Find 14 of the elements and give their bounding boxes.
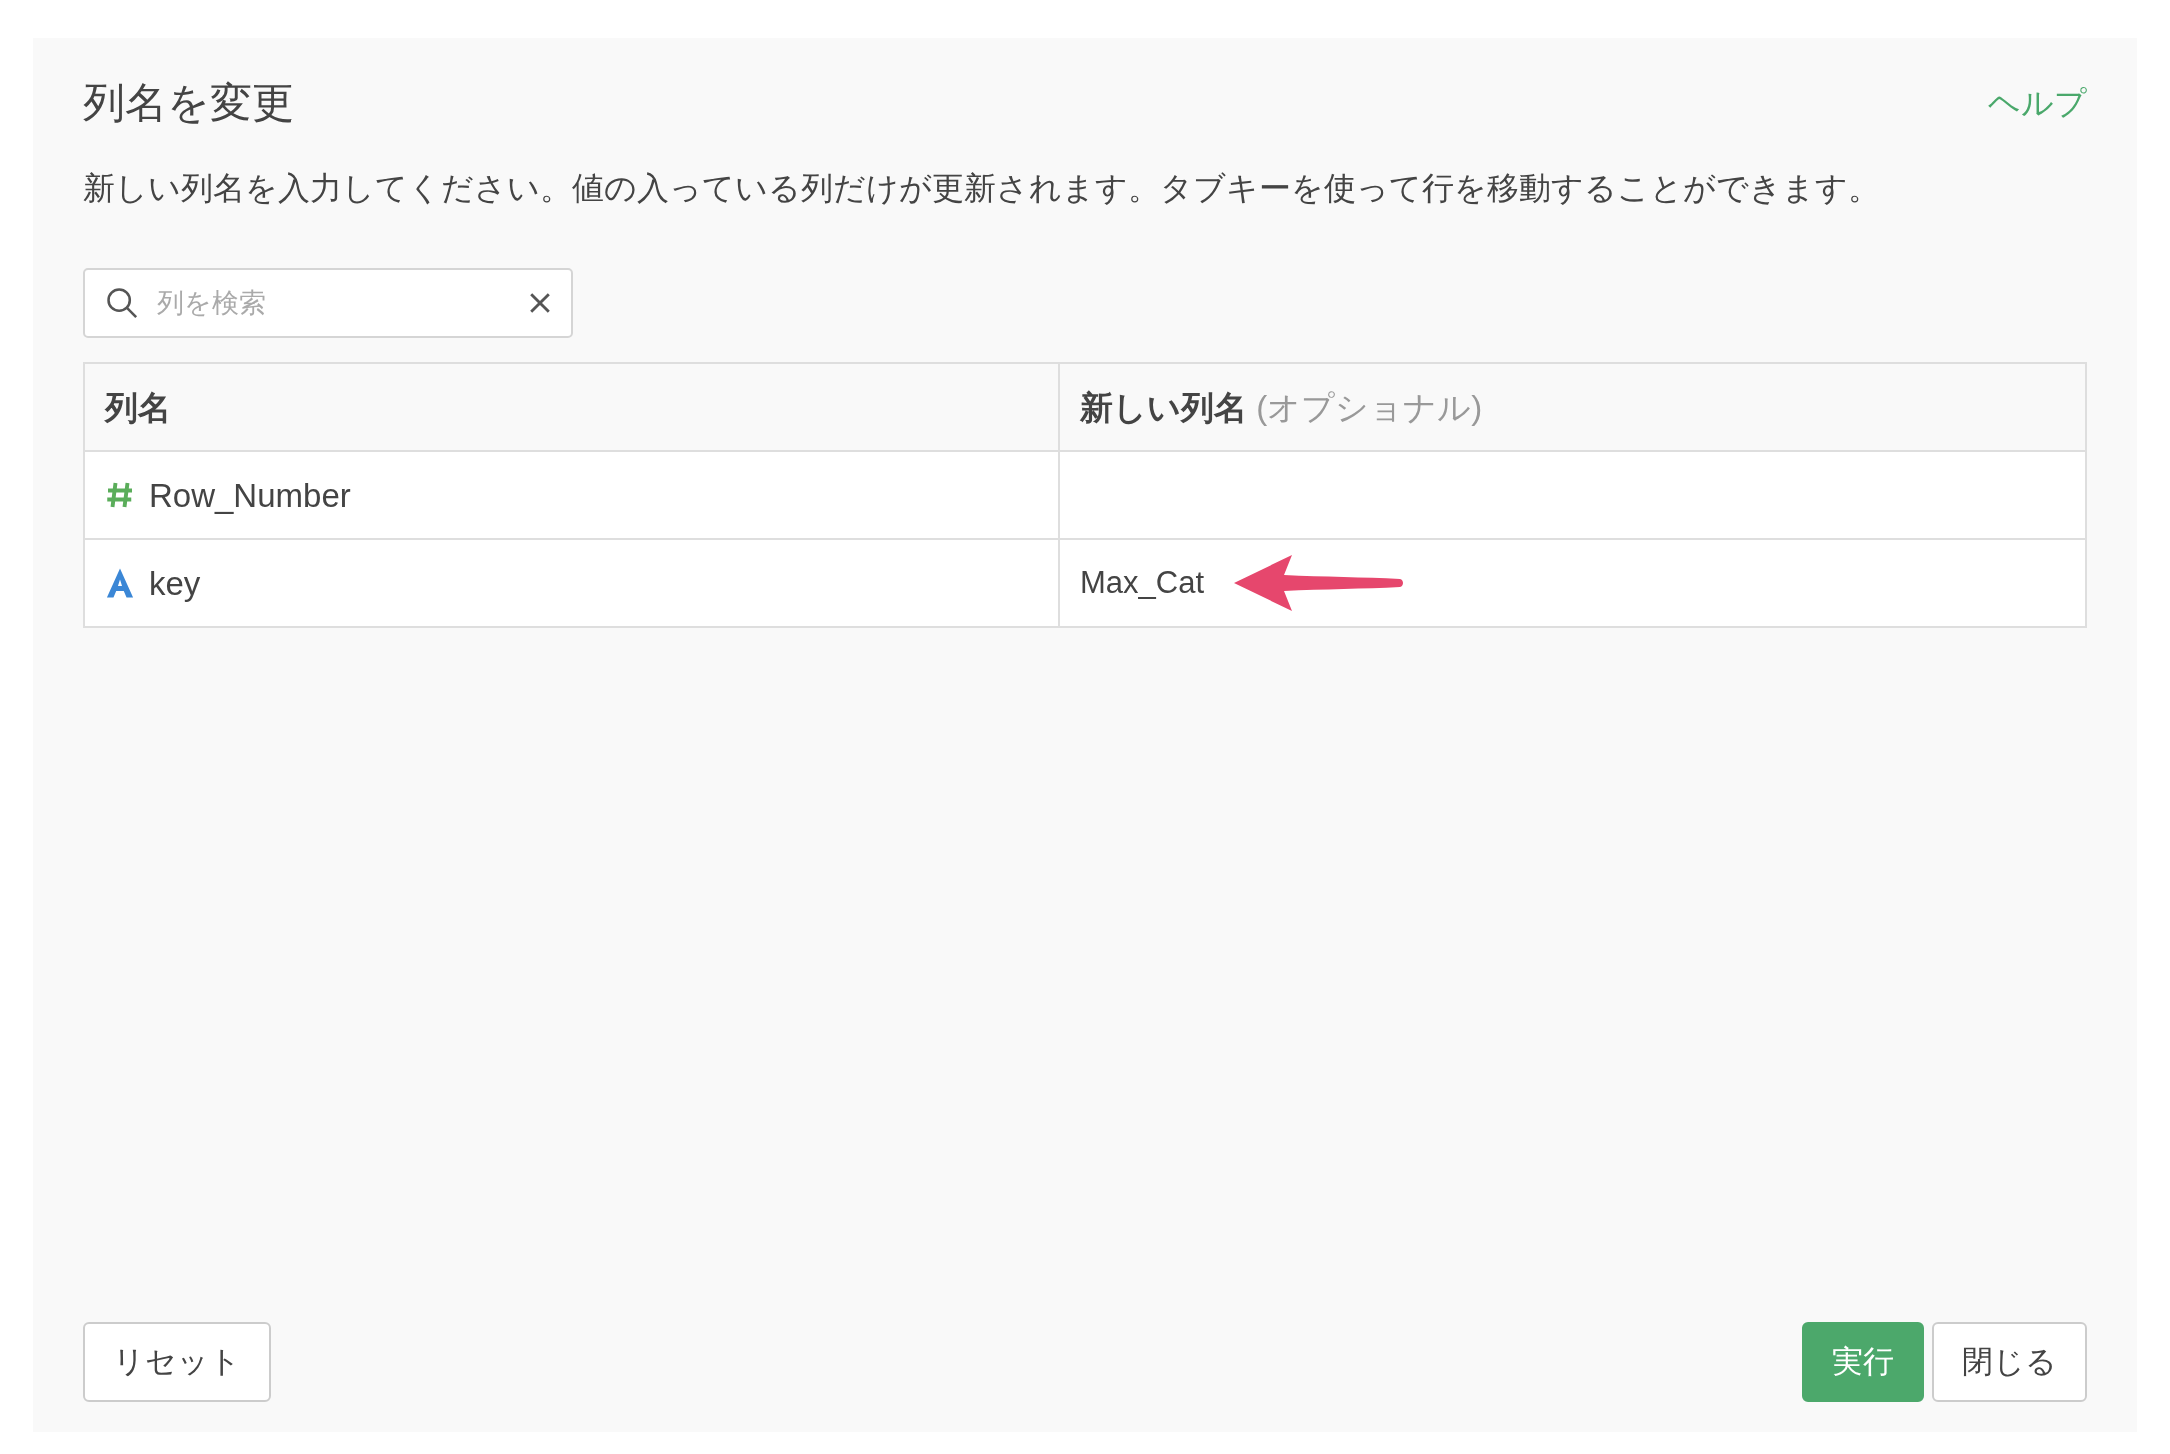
search-icon xyxy=(105,286,139,321)
description-text: 新しい列名を入力してください。値の入っている列だけが更新されます。タブキーを使って行を移動することができます。 xyxy=(83,169,1881,209)
search-field[interactable]: 列を検索 xyxy=(155,282,513,325)
new-name-field[interactable]: Max_Cat xyxy=(1080,560,1220,607)
column-header: 新しい列名 (オプショナル) xyxy=(1059,363,2086,452)
action-button[interactable]: リセット xyxy=(83,1322,271,1402)
dialog-title: 列名を変更 xyxy=(83,78,294,128)
column-name: Row_Number xyxy=(149,475,351,516)
action-button[interactable]: 閉じる xyxy=(1932,1322,2087,1402)
clear-icon[interactable] xyxy=(529,292,551,315)
column-header: 列名 xyxy=(84,363,1059,452)
search-box[interactable]: 列を検索 xyxy=(83,268,573,339)
text-type-icon xyxy=(105,567,135,600)
column-name: key xyxy=(149,563,201,604)
